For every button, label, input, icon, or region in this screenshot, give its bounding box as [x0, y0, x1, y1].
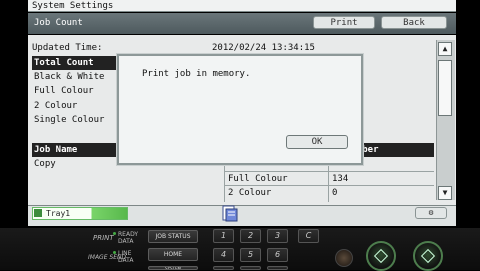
print-indicator-label: PRINT: [93, 234, 114, 242]
table-row-copy: Copy: [34, 159, 56, 169]
total-count-header: Total Count: [32, 56, 116, 70]
system-settings-bar: System Settings: [28, 0, 456, 12]
ready-label: READY: [118, 231, 139, 238]
table-cell-type: 2 Colour: [228, 188, 272, 198]
page-title: Job Count: [34, 18, 83, 28]
job-list-icon[interactable]: [220, 204, 240, 222]
tray-label: Tray1: [46, 209, 71, 218]
ok-button[interactable]: OK: [286, 135, 348, 149]
line-led-icon: [113, 251, 116, 254]
system-button[interactable]: SYSTEM: [148, 266, 198, 270]
line-label: LINE: [118, 250, 132, 257]
key-8[interactable]: [240, 266, 261, 270]
table-cell-type: Full Colour: [228, 174, 288, 184]
summary-row-bw: Black & White: [34, 72, 105, 82]
scroll-down-icon[interactable]: ▼: [438, 186, 452, 200]
summary-row-single-colour: Single Colour: [34, 115, 105, 125]
stop-button[interactable]: [335, 249, 353, 267]
key-3[interactable]: 3: [267, 229, 288, 243]
tray-status[interactable]: Tray1: [32, 207, 128, 220]
data-label-2: DATA: [118, 257, 134, 264]
key-1[interactable]: 1: [213, 229, 234, 243]
job-name-header: Job Name: [34, 145, 78, 155]
home-button[interactable]: HOME: [148, 248, 198, 261]
print-button[interactable]: Print: [313, 16, 375, 29]
key-clear[interactable]: C: [298, 229, 319, 243]
summary-row-full-colour: Full Colour: [34, 86, 94, 96]
table-cell-value: 0: [332, 188, 338, 198]
key-2[interactable]: 2: [240, 229, 261, 243]
updated-time-label: Updated Time:: [32, 43, 103, 53]
settings-gear-icon[interactable]: ⚙: [415, 207, 447, 219]
key-5[interactable]: 5: [240, 248, 261, 262]
job-status-button[interactable]: JOB STATUS: [148, 230, 198, 243]
scroll-up-icon[interactable]: ▲: [438, 42, 452, 56]
scroll-thumb[interactable]: [438, 60, 452, 116]
updated-time-value: 2012/02/24 13:34:15: [212, 43, 315, 53]
key-4[interactable]: 4: [213, 248, 234, 262]
table-cell-value: 134: [332, 174, 349, 184]
summary-row-2-colour: 2 Colour: [34, 101, 78, 111]
back-button[interactable]: Back: [381, 16, 447, 29]
key-6[interactable]: 6: [267, 248, 288, 262]
key-9[interactable]: [267, 266, 288, 270]
dialog-message: Print job in memory.: [142, 69, 251, 79]
data-label: DATA: [118, 238, 134, 245]
ready-led-icon: [113, 232, 116, 235]
tray-icon: [34, 209, 42, 217]
total-count-label: Total Count: [34, 58, 94, 68]
key-7[interactable]: [213, 266, 234, 270]
